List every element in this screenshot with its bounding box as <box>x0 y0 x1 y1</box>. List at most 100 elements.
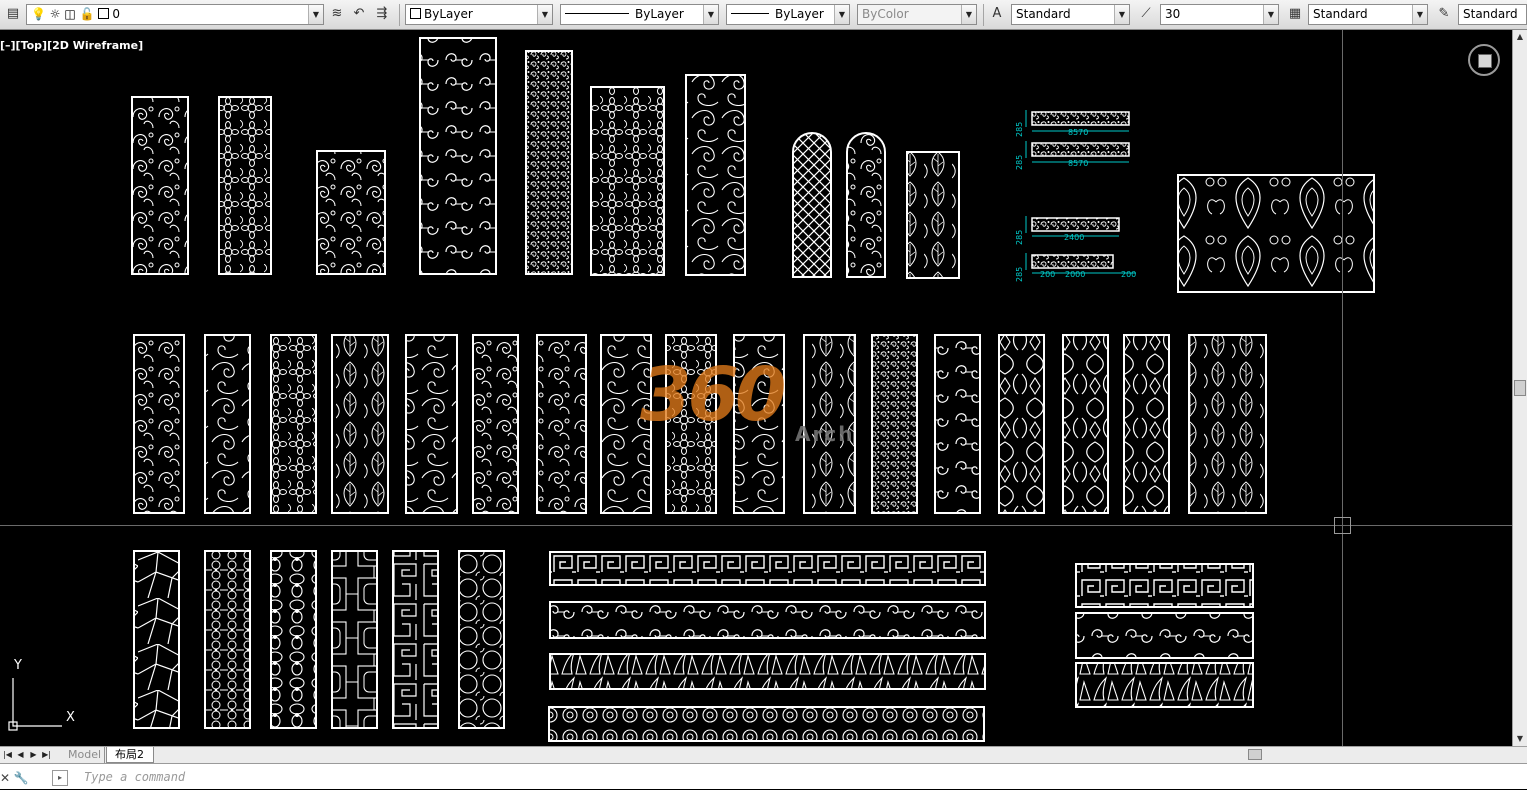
dim-style-dropdown[interactable]: Standard ▼ <box>1308 4 1428 25</box>
color-dropdown[interactable]: ByLayer ▼ <box>405 4 553 25</box>
carved-panel[interactable] <box>133 550 180 729</box>
dim-style-icon[interactable]: ⟋ <box>1137 5 1155 23</box>
last-tab-icon[interactable]: ▶| <box>41 749 52 761</box>
strip-panel[interactable] <box>1031 142 1130 157</box>
layer-freeze-icon: ◫ <box>64 7 76 21</box>
command-input[interactable] <box>84 764 684 790</box>
table-style-value: Standard <box>1463 7 1518 21</box>
carved-panel[interactable] <box>685 74 746 276</box>
plotstyle-value: ByColor <box>862 7 909 21</box>
layer-name: 0 <box>112 7 120 21</box>
table-style-icon[interactable]: ▦ <box>1286 5 1304 23</box>
carved-panel[interactable] <box>472 334 519 514</box>
border-strip[interactable] <box>548 706 985 742</box>
drawing-canvas[interactable]: 285 8570 285 8570 285 2400 285 200 2000 … <box>0 30 1512 746</box>
carved-panel[interactable] <box>998 334 1045 514</box>
linetype-dropdown[interactable]: ByLayer ▼ <box>560 4 719 25</box>
dimension-text: 285 <box>1015 267 1024 282</box>
prev-tab-icon[interactable]: ◀ <box>15 749 26 761</box>
carved-panel[interactable] <box>331 550 378 729</box>
color-swatch <box>410 8 421 19</box>
command-line-tools[interactable]: ✕ 🔧 <box>0 768 44 788</box>
carved-panel[interactable] <box>934 334 981 514</box>
sun-icon: ☼ <box>49 7 61 21</box>
layer-state-icon[interactable]: ⇶ <box>373 5 391 23</box>
carved-panel[interactable] <box>218 96 272 275</box>
layer-properties-icon[interactable]: ▤ <box>4 5 22 23</box>
arched-carved-panel[interactable] <box>846 132 886 278</box>
layer-match-icon[interactable]: ≋ <box>328 5 346 23</box>
chevron-down-icon: ▼ <box>308 5 323 24</box>
damask-panel[interactable] <box>1177 174 1375 293</box>
tab-model[interactable]: Model <box>60 747 105 763</box>
carved-panel[interactable] <box>525 50 573 275</box>
chevron-down-icon: ▼ <box>703 5 718 24</box>
lineweight-dropdown[interactable]: ByLayer ▼ <box>726 4 850 25</box>
dimension-text: 8570 <box>1068 159 1088 168</box>
carved-panel[interactable] <box>871 334 918 514</box>
dimension-text: 285 <box>1015 155 1024 170</box>
scroll-up-icon[interactable]: ▲ <box>1513 30 1527 44</box>
carved-panel[interactable] <box>392 550 439 729</box>
color-value: ByLayer <box>424 7 473 21</box>
border-strip[interactable] <box>1075 662 1254 708</box>
scroll-thumb[interactable] <box>1248 749 1262 760</box>
text-style-icon[interactable]: A <box>988 5 1006 23</box>
layer-color-swatch <box>98 8 110 19</box>
carved-panel[interactable] <box>536 334 587 514</box>
layer-dropdown[interactable]: 💡 ☼ ◫ 🔓 0 ▼ <box>26 4 324 25</box>
first-tab-icon[interactable]: |◀ <box>2 749 13 761</box>
multileader-style-icon[interactable]: ✎ <box>1435 5 1453 23</box>
carved-panel[interactable] <box>331 334 389 514</box>
carved-panel[interactable] <box>405 334 458 514</box>
carved-panel[interactable] <box>1123 334 1170 514</box>
carved-panel[interactable] <box>270 334 317 514</box>
arched-lattice-panel[interactable] <box>792 132 832 278</box>
chevron-down-icon: ▼ <box>834 5 849 24</box>
wrench-icon[interactable]: 🔧 <box>14 771 29 785</box>
scroll-thumb[interactable] <box>1514 380 1526 396</box>
command-history-icon[interactable]: ▸ <box>52 770 68 786</box>
dimension-text: 8570 <box>1068 128 1088 137</box>
carved-panel[interactable] <box>133 334 185 514</box>
border-strip[interactable] <box>1075 563 1254 608</box>
carved-panel[interactable] <box>131 96 189 275</box>
carved-panel[interactable] <box>1062 334 1109 514</box>
carved-panel[interactable] <box>1188 334 1267 514</box>
carved-panel[interactable] <box>204 334 251 514</box>
linetype-preview <box>565 13 629 14</box>
border-strip[interactable] <box>1075 612 1254 659</box>
ucs-y-label: Y <box>14 658 22 673</box>
dim-scale-dropdown[interactable]: 30 ▼ <box>1160 4 1279 25</box>
viewport-controls-label[interactable]: [–][Top][2D Wireframe] <box>0 39 143 52</box>
crosshair-horizontal <box>0 525 1512 526</box>
carved-panel[interactable] <box>270 550 317 729</box>
vertical-scrollbar[interactable]: ▲ ▼ <box>1512 30 1527 746</box>
table-style-dropdown[interactable]: Standard <box>1458 4 1527 25</box>
strip-panel[interactable] <box>1031 217 1120 232</box>
border-strip[interactable] <box>549 601 986 639</box>
carved-panel[interactable] <box>590 86 665 276</box>
carved-panel[interactable] <box>906 151 960 279</box>
next-tab-icon[interactable]: ▶ <box>28 749 39 761</box>
lineweight-preview <box>731 13 769 14</box>
pickbox-cursor <box>1334 517 1351 534</box>
strip-panel[interactable] <box>1031 111 1130 126</box>
chevron-down-icon: ▼ <box>1114 5 1129 24</box>
carved-panel[interactable] <box>458 550 505 729</box>
scroll-down-icon[interactable]: ▼ <box>1513 732 1527 746</box>
carved-panel[interactable] <box>316 150 386 275</box>
layer-previous-icon[interactable]: ↶ <box>350 5 368 23</box>
dim-style-value: Standard <box>1313 7 1368 21</box>
border-strip[interactable] <box>549 551 986 586</box>
tab-layout[interactable]: 布局2 <box>106 747 154 763</box>
horizontal-scrollbar[interactable] <box>1000 749 1510 761</box>
text-style-dropdown[interactable]: Standard ▼ <box>1011 4 1130 25</box>
border-strip[interactable] <box>549 653 986 690</box>
carved-panel[interactable] <box>419 37 497 275</box>
strip-panel[interactable] <box>1031 254 1114 269</box>
carved-panel[interactable] <box>204 550 251 729</box>
viewcube-icon[interactable] <box>1468 44 1500 76</box>
close-icon[interactable]: ✕ <box>0 771 10 785</box>
watermark-text: Arch <box>795 422 855 446</box>
